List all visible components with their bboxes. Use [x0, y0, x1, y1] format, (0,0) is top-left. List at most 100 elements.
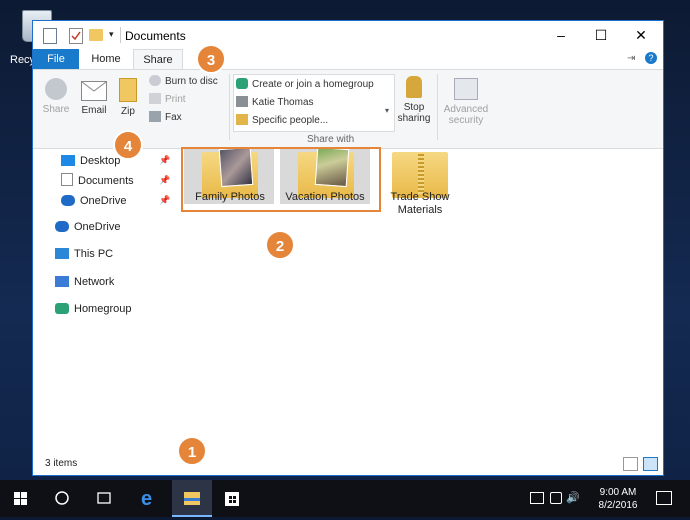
- gallery-expand-icon[interactable]: ▾: [385, 106, 389, 115]
- zipper-icon: [418, 154, 424, 194]
- search-circle-icon: [55, 491, 69, 505]
- katie-label: Katie Thomas: [252, 97, 314, 108]
- this-pc-label: This PC: [74, 248, 114, 260]
- nav-item-network[interactable]: Network: [55, 273, 114, 291]
- folder-label-line2: Materials: [397, 204, 443, 216]
- share-with-group-label: Share with: [307, 134, 355, 145]
- zip-label: Zip: [121, 106, 135, 117]
- selection-highlight: [181, 147, 381, 212]
- file-explorer-taskbar-button[interactable]: [172, 480, 212, 517]
- taskbar: e 🔊 9:00 AM 8/2/2016: [0, 480, 690, 517]
- share-with-gallery: Create or join a homegroup Katie Thomas …: [233, 74, 395, 132]
- folder-label: Trade Show Materials: [370, 191, 470, 217]
- callout-4: 4: [113, 130, 143, 160]
- computer-icon: [55, 248, 69, 259]
- advanced-security-button[interactable]: Advanced security: [441, 78, 491, 126]
- checklist-icon[interactable]: [69, 28, 83, 44]
- details-view-icon[interactable]: [623, 457, 638, 471]
- fax-label: Fax: [165, 112, 182, 123]
- print-button[interactable]: Print: [149, 92, 186, 108]
- tab-file[interactable]: File: [33, 49, 79, 69]
- fax-button[interactable]: Fax: [149, 110, 182, 126]
- security-icon: [454, 78, 478, 100]
- share-button[interactable]: Share: [39, 78, 73, 115]
- documents-icon: [61, 173, 73, 186]
- properties-icon[interactable]: [43, 28, 57, 44]
- network-icon: [55, 276, 69, 287]
- close-button[interactable]: ✕: [621, 23, 661, 47]
- pin-icon[interactable]: 📌: [159, 175, 170, 186]
- stop-sharing-label: Stop sharing: [397, 102, 431, 124]
- nav-item-homegroup[interactable]: Homegroup: [55, 300, 131, 318]
- start-button[interactable]: [0, 480, 40, 517]
- burn-label: Burn to disc: [165, 76, 218, 87]
- people-icon: [236, 114, 248, 125]
- folder-label-line1: Trade Show: [390, 191, 450, 203]
- task-view-icon: [97, 492, 111, 504]
- navigation-pane: Desktop 📌 Documents 📌 OneDrive 📌 OneDriv…: [33, 148, 179, 448]
- desktop-label: Desktop: [80, 155, 121, 167]
- documents-label: Documents: [78, 175, 134, 187]
- nav-item-desktop[interactable]: Desktop: [61, 152, 120, 170]
- cortana-button[interactable]: [42, 480, 82, 517]
- ribbon-tabs: File Home Share ⇥ ?: [33, 49, 663, 70]
- store-icon: [225, 492, 239, 506]
- pin-ribbon-icon[interactable]: ⇥: [627, 53, 635, 64]
- share-label: Share: [42, 104, 70, 115]
- edge-button[interactable]: e: [128, 480, 168, 517]
- specific-people-item[interactable]: Specific people...: [236, 113, 328, 129]
- callout-3: 3: [196, 44, 226, 74]
- file-explorer-icon: [184, 492, 200, 505]
- onedrive-icon: [55, 221, 69, 232]
- zip-button[interactable]: Zip: [115, 78, 141, 117]
- new-folder-icon[interactable]: [89, 29, 103, 41]
- disc-icon: [149, 75, 161, 86]
- help-icon[interactable]: ?: [645, 52, 657, 64]
- homegroup-icon: [55, 303, 69, 314]
- clock-date: 8/2/2016: [598, 500, 638, 511]
- action-center-tray-icon[interactable]: [550, 492, 562, 504]
- callout-2: 2: [265, 230, 295, 260]
- clock[interactable]: 9:00 AM 8/2/2016: [590, 486, 646, 512]
- nav-item-onedrive[interactable]: OneDrive: [55, 218, 120, 236]
- volume-icon[interactable]: 🔊: [566, 491, 580, 504]
- onedrive-label: OneDrive: [74, 221, 121, 233]
- item-count: 3 items: [45, 458, 78, 469]
- tab-home[interactable]: Home: [83, 49, 129, 69]
- edge-icon: e: [141, 488, 152, 510]
- task-view-button[interactable]: [84, 480, 124, 517]
- email-button[interactable]: Email: [77, 78, 111, 116]
- printer-icon: [149, 93, 161, 104]
- large-icons-view-icon[interactable]: [643, 457, 658, 471]
- email-icon: [81, 81, 107, 101]
- specific-label: Specific people...: [252, 115, 329, 126]
- advanced-security-label: Advanced security: [443, 104, 489, 126]
- burn-to-disc-button[interactable]: Burn to disc: [149, 74, 218, 90]
- create-homegroup-item[interactable]: Create or join a homegroup: [236, 77, 374, 93]
- maximize-button[interactable]: ☐: [581, 23, 621, 47]
- nav-item-documents[interactable]: Documents: [61, 172, 134, 190]
- pin-icon[interactable]: 📌: [159, 155, 170, 166]
- callout-1: 1: [177, 436, 207, 466]
- network-label: Network: [74, 276, 115, 288]
- tab-share[interactable]: Share: [133, 49, 183, 70]
- notifications-icon[interactable]: [656, 491, 672, 505]
- homegroup-icon: [236, 78, 248, 89]
- nav-item-this-pc[interactable]: This PC: [55, 245, 113, 263]
- title-bar: ▾ Documents – ☐ ✕: [33, 21, 663, 49]
- katie-thomas-item[interactable]: Katie Thomas: [236, 95, 314, 111]
- windows-logo-icon: [14, 492, 27, 505]
- window-title: Documents: [125, 29, 186, 43]
- store-button[interactable]: [212, 480, 252, 517]
- nav-item-onedrive-quick[interactable]: OneDrive: [61, 192, 126, 210]
- stop-sharing-button[interactable]: Stop sharing: [395, 76, 433, 124]
- qat-dropdown-icon[interactable]: ▾: [109, 29, 117, 43]
- minimize-button[interactable]: –: [541, 23, 581, 47]
- onedrive-quick-label: OneDrive: [80, 195, 127, 207]
- power-icon[interactable]: [530, 492, 544, 504]
- homegroup-label: Homegroup: [74, 303, 132, 315]
- pin-icon[interactable]: 📌: [159, 195, 170, 206]
- zip-icon: [119, 78, 137, 102]
- share-icon: [45, 78, 67, 100]
- clock-time: 9:00 AM: [599, 487, 637, 498]
